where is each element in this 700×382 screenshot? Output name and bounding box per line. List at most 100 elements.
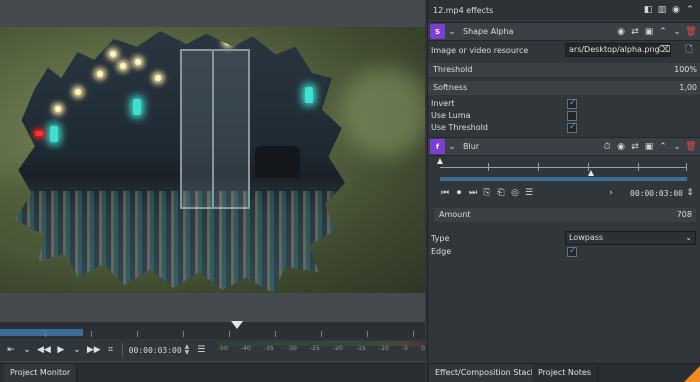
keyframe-paste-icon[interactable]: ⎗ xyxy=(494,186,508,200)
threshold-value[interactable]: 100% xyxy=(674,65,697,74)
monitor-tabbar: Project Monitor xyxy=(0,363,425,382)
keyframe-toolbar: ⏮ ⏺ ⏭ ⎘ ⎗ ◎ ☰ › 00:00:03:00 ⇕ xyxy=(428,186,700,200)
timecode-spinner-icon[interactable]: ⇕ xyxy=(683,186,697,200)
move-down-icon[interactable]: ⌄ xyxy=(670,25,684,39)
playhead[interactable] xyxy=(231,321,243,329)
chevron-right-icon[interactable]: › xyxy=(604,186,618,200)
meter-scale-label: -5 xyxy=(402,345,408,352)
effect-badge: S xyxy=(430,24,445,39)
threshold-slider[interactable]: Threshold 100% xyxy=(428,63,700,77)
keyframe-marker[interactable] xyxy=(437,158,443,164)
meter-scale-label: -20 xyxy=(333,345,343,352)
type-label: Type xyxy=(431,234,450,243)
use-threshold-checkbox[interactable] xyxy=(567,122,577,133)
timecode-spinner[interactable]: ▲ ▼ xyxy=(185,344,190,356)
play-dropdown-icon[interactable]: ⌄ xyxy=(69,341,85,359)
split-icon[interactable]: ▥ xyxy=(655,3,669,17)
audio-meter: -50 -40 -35 -30 -25 -20 -15 -10 -5 0 xyxy=(218,341,425,359)
compare-toggle-icon[interactable]: ⇄ xyxy=(628,140,642,154)
resize-corner-icon[interactable] xyxy=(684,366,700,382)
keyframe-settings-icon[interactable]: ☰ xyxy=(522,186,536,200)
delete-icon[interactable]: 🗑 xyxy=(684,140,698,154)
stack-tabbar: Effect/Composition Stack Project Notes xyxy=(428,363,700,382)
forward-button[interactable]: ▶▶ xyxy=(85,341,103,359)
open-file-icon[interactable]: 🗋 xyxy=(682,43,696,57)
keyframe-range-bar[interactable] xyxy=(440,177,687,181)
meter-scale-label: -25 xyxy=(310,345,320,352)
app-window: ⇤ ⌄ ◀◀ ▶ ⌄ ▶▶ ⌗ 00:00:03:00 ▲ ▼ ☰ -50 -40 -… xyxy=(0,0,700,382)
effect-stack-title: 12.mp4 effects xyxy=(433,5,494,15)
invert-checkbox[interactable] xyxy=(567,98,577,109)
meter-scale-label: -50 xyxy=(218,345,228,352)
meter-scale-label: -40 xyxy=(241,345,251,352)
edge-label: Edge xyxy=(431,247,452,256)
ruler-ticks xyxy=(0,331,425,337)
keyframe-add-icon[interactable]: ⏺ xyxy=(452,186,466,200)
softness-label: Softness xyxy=(433,83,468,92)
softness-slider[interactable]: Softness 1,00 xyxy=(428,81,700,95)
keyframe-center-icon[interactable]: ◎ xyxy=(508,186,522,200)
separator xyxy=(121,343,123,357)
eye-icon[interactable]: ◉ xyxy=(669,3,683,17)
move-up-icon[interactable]: ⌃ xyxy=(656,140,670,154)
keyframe-copy-icon[interactable]: ⎘ xyxy=(480,186,494,200)
use-luma-checkbox[interactable] xyxy=(567,111,577,121)
audio-meter-bars xyxy=(218,341,425,346)
effect-header-blur[interactable]: f ⌄ Blur ⏱ ◉ ⇄ ▣ ⌃ ⌄ 🗑 xyxy=(428,137,700,156)
delete-icon[interactable]: 🗑 xyxy=(684,25,698,39)
visibility-eye-icon[interactable]: ◉ xyxy=(614,25,628,39)
video-preview xyxy=(0,27,425,293)
softness-value[interactable]: 1,00 xyxy=(679,83,697,92)
keyframe-next-icon[interactable]: ⏭ xyxy=(466,186,480,200)
keyframe-playhead[interactable] xyxy=(588,170,594,176)
play-button[interactable]: ▶ xyxy=(53,341,69,359)
amount-value[interactable]: 708 xyxy=(677,210,692,219)
effect-name-shape-alpha: Shape Alpha xyxy=(463,27,514,36)
monitor-timecode[interactable]: 00:00:03:00 xyxy=(126,346,185,355)
resource-label: Image or video resource xyxy=(431,46,529,55)
effect-stack-header: 12.mp4 effects ◧ ▥ ◉ ⌃ xyxy=(428,0,700,20)
invert-label: Invert xyxy=(431,99,455,108)
masked-street-image xyxy=(15,31,345,293)
tab-project-monitor[interactable]: Project Monitor xyxy=(4,364,78,382)
type-select[interactable]: Lowpass ⌄ xyxy=(565,231,696,245)
visibility-eye-icon[interactable]: ◉ xyxy=(614,140,628,154)
chevron-down-icon[interactable]: ⌄ xyxy=(445,140,459,154)
resource-path-input[interactable]: ars/Desktop/alpha.png xyxy=(565,43,671,57)
keyframe-timeline[interactable] xyxy=(440,167,687,168)
tab-project-notes[interactable]: Project Notes xyxy=(532,364,599,382)
use-threshold-label: Use Threshold xyxy=(431,123,488,132)
effect-header-shape-alpha[interactable]: S ⌄ Shape Alpha ◉ ⇄ ▣ ⌃ ⌄ 🗑 xyxy=(428,22,700,41)
chevron-down-icon: ⌄ xyxy=(685,233,692,242)
keyframe-prev-icon[interactable]: ⏮ xyxy=(438,186,452,200)
zone-dropdown-icon[interactable]: ⌄ xyxy=(19,341,35,359)
move-up-icon[interactable]: ⌃ xyxy=(656,25,670,39)
monitor-viewer[interactable] xyxy=(0,0,425,322)
project-monitor: ⇤ ⌄ ◀◀ ▶ ⌄ ▶▶ ⌗ 00:00:03:00 ▲ ▼ ☰ -50 -40 -… xyxy=(0,0,425,382)
save-icon[interactable]: ▣ xyxy=(642,25,656,39)
compare-toggle-icon[interactable]: ⇄ xyxy=(628,25,642,39)
amount-slider[interactable]: Amount 708 xyxy=(434,208,696,222)
set-zone-icon[interactable]: ⇤ xyxy=(3,341,19,359)
monitor-menu-icon[interactable]: ☰ xyxy=(193,341,209,359)
compare-icon[interactable]: ◧ xyxy=(641,3,655,17)
effect-stack-panel: 12.mp4 effects ◧ ▥ ◉ ⌃ S ⌄ Shape Alpha ◉… xyxy=(427,0,700,382)
chevron-down-icon[interactable]: ⌄ xyxy=(445,25,459,39)
effect-badge: f xyxy=(430,139,445,154)
amount-label: Amount xyxy=(439,210,471,219)
tab-effect-stack[interactable]: Effect/Composition Stack xyxy=(429,364,543,382)
save-icon[interactable]: ▣ xyxy=(642,140,656,154)
threshold-label: Threshold xyxy=(433,65,473,74)
collapse-all-icon[interactable]: ⌃ xyxy=(683,3,697,17)
keyframe-timecode[interactable]: 00:00:03:00 xyxy=(630,189,683,198)
clear-input-icon[interactable]: ⌫ xyxy=(657,43,671,57)
crop-icon[interactable]: ⌗ xyxy=(103,341,119,359)
meter-scale-label: -30 xyxy=(287,345,297,352)
use-luma-label: Use Luma xyxy=(431,111,471,120)
edge-checkbox[interactable] xyxy=(567,246,577,257)
rewind-button[interactable]: ◀◀ xyxy=(35,341,53,359)
type-select-value: Lowpass xyxy=(569,233,604,242)
effect-name-blur: Blur xyxy=(463,142,480,151)
keyframe-mode-icon[interactable]: ⏱ xyxy=(600,140,614,154)
move-down-icon[interactable]: ⌄ xyxy=(670,140,684,154)
